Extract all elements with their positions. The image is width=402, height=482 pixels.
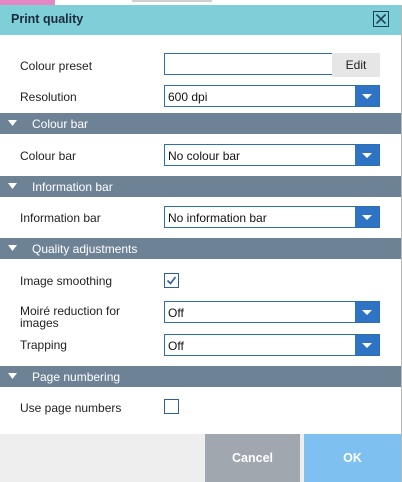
trapping-select[interactable]: Off — [164, 334, 380, 356]
image-smoothing-label: Image smoothing — [20, 274, 113, 288]
moire-reduction-select[interactable]: Off — [164, 301, 380, 323]
information-bar-select[interactable]: No information bar — [164, 206, 380, 228]
moire-reduction-value: Off — [168, 306, 184, 320]
information-bar-dropdown-button[interactable] — [355, 207, 379, 227]
section-title-colour-bar: Colour bar — [32, 117, 89, 131]
collapse-triangle-icon — [8, 373, 17, 379]
information-bar-label: Information bar — [20, 211, 101, 225]
collapse-triangle-icon — [8, 245, 17, 251]
use-page-numbers-label: Use page numbers — [20, 401, 122, 415]
collapse-triangle-icon — [8, 120, 17, 126]
colour-bar-value: No colour bar — [168, 149, 241, 163]
checkmark-icon — [166, 276, 177, 285]
print-quality-dialog: Print quality Colour preset Edit Resolut… — [0, 5, 402, 482]
moire-reduction-label: Moiré reduction for images — [20, 305, 120, 329]
ok-button[interactable]: OK — [304, 434, 401, 482]
trapping-label: Trapping — [20, 338, 67, 352]
section-header-information-bar[interactable]: Information bar — [0, 176, 401, 197]
colour-bar-label: Colour bar — [20, 149, 77, 163]
colour-bar-dropdown-button[interactable] — [355, 145, 379, 165]
dialog-title: Print quality — [11, 12, 84, 26]
resolution-label: Resolution — [20, 90, 77, 104]
dialog-title-bar: Print quality — [0, 5, 401, 35]
section-header-colour-bar[interactable]: Colour bar — [0, 113, 401, 134]
section-header-page-numbering[interactable]: Page numbering — [0, 366, 401, 387]
trapping-dropdown-button[interactable] — [355, 335, 379, 355]
resolution-value: 600 dpi — [168, 90, 208, 104]
use-page-numbers-checkbox[interactable] — [164, 399, 179, 414]
resolution-select[interactable]: 600 dpi — [164, 85, 380, 107]
chevron-down-icon — [362, 343, 372, 348]
colour-preset-label: Colour preset — [20, 59, 93, 73]
moire-reduction-label-line2: images — [20, 316, 59, 330]
edit-button[interactable]: Edit — [332, 53, 380, 77]
trapping-value: Off — [168, 339, 184, 353]
section-title-information-bar: Information bar — [32, 180, 113, 194]
section-header-quality-adjustments[interactable]: Quality adjustments — [0, 238, 401, 259]
information-bar-value: No information bar — [168, 211, 267, 225]
chevron-down-icon — [362, 310, 372, 315]
chevron-down-icon — [362, 215, 372, 220]
chevron-down-icon — [362, 153, 372, 158]
section-title-page-numbering: Page numbering — [32, 370, 121, 384]
image-smoothing-checkbox[interactable] — [164, 273, 179, 288]
colour-bar-select[interactable]: No colour bar — [164, 144, 380, 166]
resolution-dropdown-button[interactable] — [355, 86, 379, 106]
background-divider — [132, 0, 212, 2]
close-icon — [376, 14, 386, 24]
cancel-button[interactable]: Cancel — [205, 434, 300, 482]
close-button[interactable] — [373, 11, 389, 27]
moire-reduction-dropdown-button[interactable] — [355, 302, 379, 322]
chevron-down-icon — [362, 94, 372, 99]
collapse-triangle-icon — [8, 183, 17, 189]
section-title-quality-adjustments: Quality adjustments — [32, 242, 138, 256]
